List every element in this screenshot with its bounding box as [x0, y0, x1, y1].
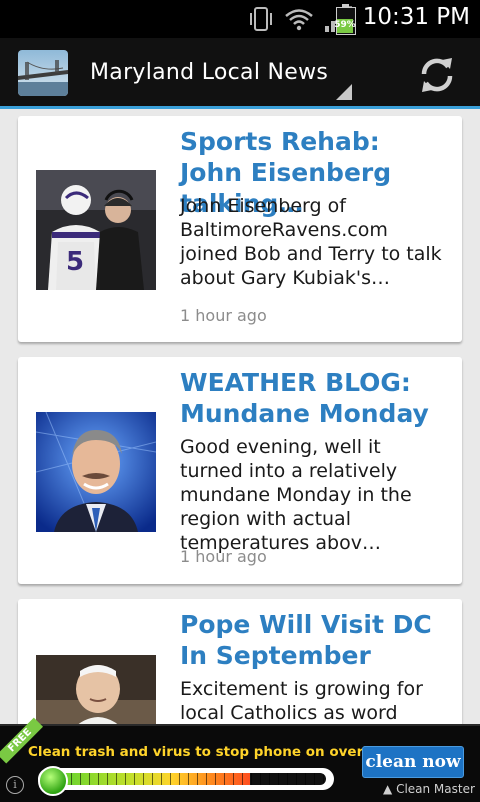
status-time: 10:31 PM [362, 4, 470, 30]
article-thumbnail[interactable] [36, 412, 156, 532]
ad-brand-label: Clean Master [396, 782, 475, 796]
article-description: Good evening, well it turned into a rela… [180, 436, 412, 554]
broom-icon: ▲ [383, 782, 393, 796]
svg-text:5: 5 [66, 247, 84, 277]
action-bar: Maryland Local News [0, 38, 480, 106]
ad-meter-knob-icon [38, 766, 68, 796]
action-bar-divider [0, 106, 480, 109]
ad-headline[interactable]: Clean trash and virus to stop phone on o… [28, 744, 403, 760]
dropdown-indicator-icon[interactable] [336, 84, 352, 100]
article-thumbnail[interactable]: 5 [36, 170, 156, 290]
ad-temperature-meter [38, 766, 334, 796]
article-description: John Eisenberg of BaltimoreRavens.com jo… [180, 195, 442, 289]
vibrate-icon [250, 7, 272, 31]
clean-now-button[interactable]: clean now [362, 746, 464, 778]
article-card[interactable]: WEATHER BLOG: Mundane Monday Good evenin… [18, 357, 462, 584]
app-title[interactable]: Maryland Local News [90, 60, 328, 85]
refresh-icon[interactable] [414, 52, 460, 98]
battery-icon: 59% [334, 4, 356, 35]
wifi-icon [285, 9, 313, 31]
article-card[interactable]: 5 Sports Rehab: John Eisenberg talking… … [18, 116, 462, 342]
status-bar: 59% 10:31 PM [0, 0, 480, 38]
article-title[interactable]: Pope Will Visit DC In September [180, 609, 444, 671]
article-description: Excitement is growing for local Catholic… [180, 678, 423, 724]
ad-brand: ▲ Clean Master [383, 782, 475, 796]
app-icon[interactable] [18, 50, 68, 96]
info-icon[interactable]: i [6, 776, 24, 794]
ad-banner[interactable]: FREE Clean trash and virus to stop phone… [0, 717, 480, 802]
article-title[interactable]: WEATHER BLOG: Mundane Monday [180, 367, 444, 429]
article-timestamp: 1 hour ago [180, 306, 267, 325]
battery-percent: 59% [334, 20, 356, 30]
article-timestamp: 1 hour ago [180, 547, 267, 566]
